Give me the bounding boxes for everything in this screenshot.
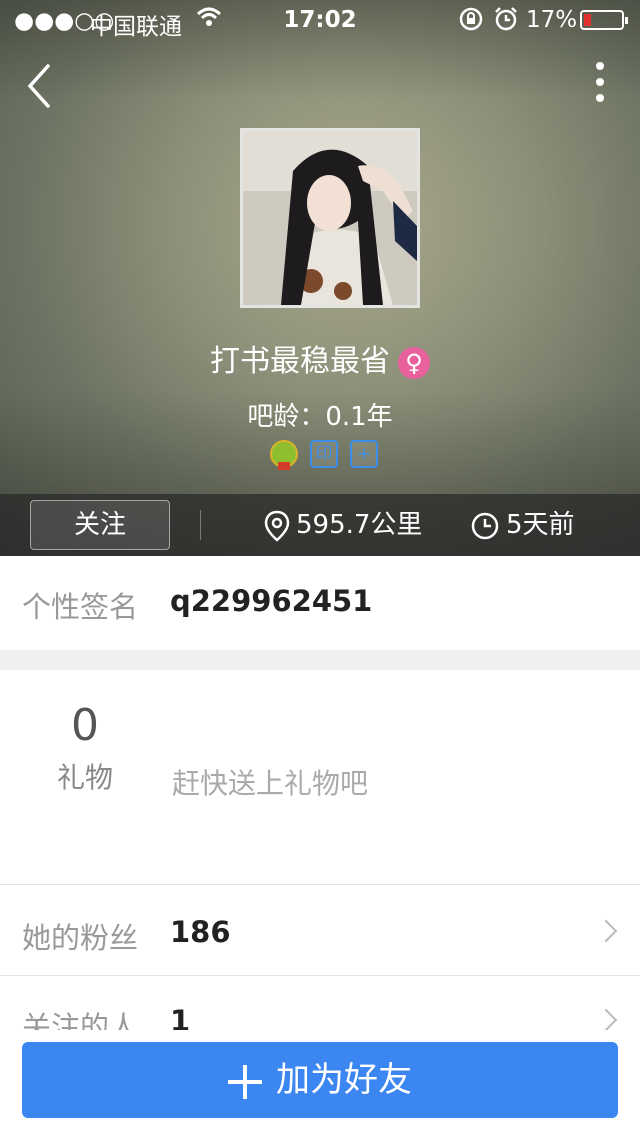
fans-count: 186 [170, 915, 231, 949]
signature-label: 个性签名 [22, 590, 139, 624]
last-active-text: 5天前 [506, 510, 575, 540]
more-dot-icon [596, 62, 604, 70]
distance-text: 595.7公里 [296, 510, 423, 540]
yin-badge[interactable]: 印 [310, 440, 338, 468]
chevron-left-icon [27, 64, 50, 108]
profile-name: 打书最稳最省 ♀ [0, 336, 640, 380]
add-friend-label: 加为好友 [276, 1060, 412, 1100]
profile-name-text: 打书最稳最省 [210, 344, 390, 379]
gift-label: 礼物 [56, 761, 113, 794]
chevron-right-icon [594, 919, 618, 943]
signature-value: q229962451 [170, 584, 373, 618]
status-bar: ●●●○○ 中国联通 17:02 17% [0, 0, 640, 40]
profile-header: ●●●○○ 中国联通 17:02 17% 打书最稳最省 ♀ 吧龄：0.1年 印 … [0, 0, 640, 556]
back-button[interactable] [22, 62, 62, 110]
chevron-right-icon [594, 1008, 618, 1032]
more-options-button[interactable] [580, 60, 620, 108]
rotation-lock-icon [458, 6, 484, 38]
location-pin-icon [264, 510, 290, 542]
section-separator [0, 650, 640, 670]
distance: 595.7公里 [264, 508, 422, 542]
more-dot-icon [596, 78, 604, 86]
last-active: 5天前 [470, 508, 575, 542]
add-badge-button[interactable]: + [350, 440, 378, 468]
divider [200, 510, 201, 540]
plus-icon [228, 1064, 262, 1099]
clock-icon [471, 512, 499, 539]
follow-button[interactable]: 关注 [30, 500, 170, 550]
bar-age: 吧龄：0.1年 [247, 402, 393, 432]
medal-icon[interactable] [270, 440, 298, 470]
gift-hint: 赶快送上礼物吧 [172, 767, 369, 800]
battery-percent: 17% [526, 7, 578, 33]
fans-row[interactable]: 她的粉丝 186 [0, 885, 640, 975]
avatar[interactable] [240, 128, 420, 308]
alarm-icon [493, 6, 519, 38]
more-dot-icon [596, 94, 604, 102]
battery-icon [580, 10, 628, 30]
profile-action-bar: 关注 595.7公里 5天前 [0, 494, 640, 556]
gift-count: 0 [71, 700, 99, 751]
avatar-photo [243, 131, 417, 305]
signature-row: 个性签名 q229962451 [0, 556, 640, 650]
add-friend-button[interactable]: 加为好友 [22, 1042, 618, 1118]
female-icon: ♀ [398, 346, 430, 379]
fans-label: 她的粉丝 [22, 921, 139, 955]
